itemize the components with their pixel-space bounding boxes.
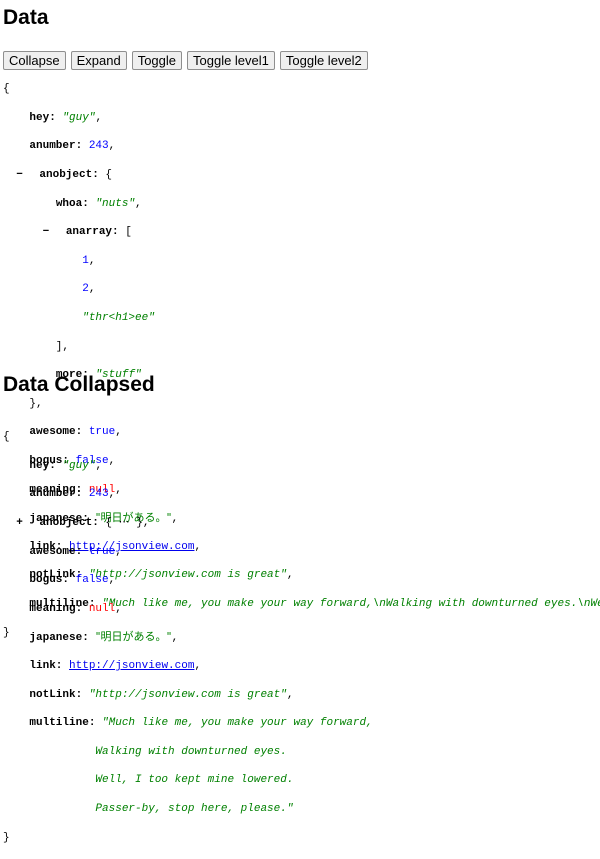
expand-toggle-icon[interactable]: + (16, 516, 26, 530)
json-value: "nuts" (95, 197, 136, 210)
json-line: notLink: "http://jsonview.com is great", (29, 688, 294, 701)
json-link[interactable]: http://jsonview.com (69, 660, 194, 672)
json-value: Walking with downturned eyes. (95, 745, 287, 758)
json-key: whoa: (55, 197, 89, 210)
json-key: hey: (29, 459, 56, 472)
json-value: 2 (82, 283, 89, 296)
section-title-data: Data (3, 6, 49, 29)
json-line: bogus: false, (29, 574, 116, 587)
collapse-toggle-icon[interactable]: − (43, 225, 53, 239)
collapse-toggle-icon[interactable]: − (16, 168, 26, 182)
json-line: Walking with downturned eyes. (3, 745, 600, 759)
json-line: multiline: "Much like me, you make your … (3, 716, 600, 730)
json-viewer-collapsed: { hey: "guy", anumber: 243, + anobject: … (3, 416, 600, 859)
json-key: anumber: (29, 140, 83, 153)
json-key: meaning: (29, 602, 83, 615)
json-key: link: (29, 660, 63, 673)
json-key: anumber: (29, 488, 83, 501)
json-key: notLink: (29, 688, 83, 701)
json-value: "guy" (62, 111, 96, 124)
json-line: − anobject: { (16, 168, 113, 182)
json-key: awesome: (29, 545, 83, 558)
json-value: 243 (88, 488, 109, 501)
json-line: hey: "guy", (29, 459, 103, 472)
json-line: Well, I too kept mine lowered. (3, 773, 600, 787)
json-line: { (3, 83, 10, 96)
json-value: null (88, 602, 116, 615)
section-title-collapsed: Data Collapsed (3, 373, 155, 396)
json-value: "guy" (62, 459, 96, 472)
json-line: ], (3, 340, 70, 353)
json-line: 1, (82, 254, 96, 267)
json-value: Well, I too kept mine lowered. (95, 774, 294, 787)
json-line: "thr<h1>ee" (3, 311, 600, 325)
json-key: anarray: (65, 226, 119, 239)
json-line: anumber: 243, (29, 140, 116, 153)
json-line: japanese: "明日がある。", (29, 630, 179, 645)
json-line: Passer-by, stop here, please." (3, 802, 600, 816)
json-value: false (75, 574, 109, 587)
json-value: 1 (82, 254, 89, 267)
json-line: { (3, 431, 10, 444)
json-key: hey: (29, 111, 56, 124)
json-line: whoa: "nuts", (55, 197, 142, 210)
json-value: "thr<h1>ee" (82, 312, 155, 325)
collapsed-placeholder[interactable]: ⋯ (119, 517, 130, 529)
json-line: − anarray: [ (42, 225, 132, 239)
json-line: link: http://jsonview.com, (29, 660, 202, 673)
json-value: "http://jsonview.com is great" (88, 688, 287, 701)
json-key: multiline: (29, 717, 96, 730)
json-line: awesome: true, (29, 545, 122, 558)
json-line: } (3, 831, 10, 844)
json-key: anobject: (39, 169, 99, 182)
json-line: hey: "guy", (29, 111, 103, 124)
json-key: bogus: (29, 574, 70, 587)
json-value: Passer-by, stop here, please." (95, 803, 294, 816)
json-key: anobject: (39, 517, 99, 530)
json-line: 2, (82, 283, 96, 296)
json-value: true (88, 545, 116, 558)
json-key: japanese: (29, 632, 89, 645)
json-line: meaning: null, (29, 602, 122, 615)
json-value: "Much like me, you make your way forward… (102, 717, 373, 730)
json-value: 243 (88, 140, 109, 153)
json-line: }, (3, 397, 43, 410)
json-line: + anobject: { ⋯ }, (16, 516, 150, 530)
json-line: anumber: 243, (29, 488, 116, 501)
json-value: "明日がある。" (95, 630, 172, 644)
